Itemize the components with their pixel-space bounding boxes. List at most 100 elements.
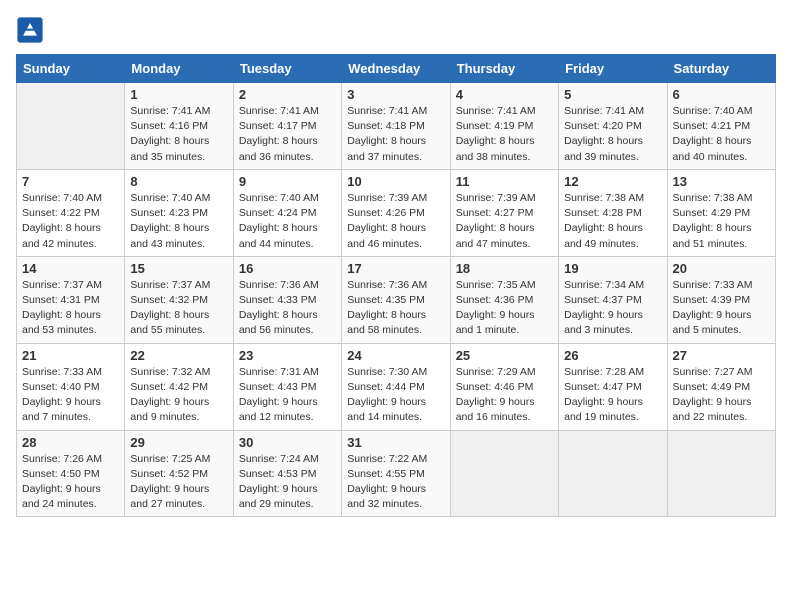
day-number: 8: [130, 174, 227, 189]
day-cell: 28 Sunrise: 7:26 AM Sunset: 4:50 PM Dayli…: [17, 430, 125, 517]
day-number: 31: [347, 435, 444, 450]
day-cell: 21 Sunrise: 7:33 AM Sunset: 4:40 PM Dayli…: [17, 343, 125, 430]
day-number: 24: [347, 348, 444, 363]
day-detail: Sunrise: 7:40 AM Sunset: 4:22 PM Dayligh…: [22, 191, 119, 252]
day-cell: [450, 430, 558, 517]
day-cell: 1 Sunrise: 7:41 AM Sunset: 4:16 PM Daylig…: [125, 83, 233, 170]
day-detail: Sunrise: 7:37 AM Sunset: 4:32 PM Dayligh…: [130, 278, 227, 339]
day-detail: Sunrise: 7:41 AM Sunset: 4:20 PM Dayligh…: [564, 104, 661, 165]
col-header-saturday: Saturday: [667, 55, 775, 83]
day-cell: 18 Sunrise: 7:35 AM Sunset: 4:36 PM Dayli…: [450, 256, 558, 343]
calendar-table: SundayMondayTuesdayWednesdayThursdayFrid…: [16, 54, 776, 517]
day-cell: 27 Sunrise: 7:27 AM Sunset: 4:49 PM Dayli…: [667, 343, 775, 430]
day-detail: Sunrise: 7:41 AM Sunset: 4:16 PM Dayligh…: [130, 104, 227, 165]
day-cell: 24 Sunrise: 7:30 AM Sunset: 4:44 PM Dayli…: [342, 343, 450, 430]
day-cell: 2Sunrise: 7:41 AM Sunset: 4:17 PM Daylig…: [233, 83, 341, 170]
day-cell: 12 Sunrise: 7:38 AM Sunset: 4:28 PM Dayli…: [559, 169, 667, 256]
day-number: 28: [22, 435, 119, 450]
logo-icon: [16, 16, 44, 44]
day-cell: 20 Sunrise: 7:33 AM Sunset: 4:39 PM Dayli…: [667, 256, 775, 343]
day-cell: 7 Sunrise: 7:40 AM Sunset: 4:22 PM Daylig…: [17, 169, 125, 256]
day-cell: 17Sunrise: 7:36 AM Sunset: 4:35 PM Dayli…: [342, 256, 450, 343]
day-cell: 19 Sunrise: 7:34 AM Sunset: 4:37 PM Dayli…: [559, 256, 667, 343]
day-detail: Sunrise: 7:26 AM Sunset: 4:50 PM Dayligh…: [22, 452, 119, 513]
day-number: 3: [347, 87, 444, 102]
day-cell: 30 Sunrise: 7:24 AM Sunset: 4:53 PM Dayli…: [233, 430, 341, 517]
day-number: 15: [130, 261, 227, 276]
day-detail: Sunrise: 7:27 AM Sunset: 4:49 PM Dayligh…: [673, 365, 770, 426]
day-detail: Sunrise: 7:32 AM Sunset: 4:42 PM Dayligh…: [130, 365, 227, 426]
day-detail: Sunrise: 7:40 AM Sunset: 4:21 PM Dayligh…: [673, 104, 770, 165]
day-detail: Sunrise: 7:29 AM Sunset: 4:46 PM Dayligh…: [456, 365, 553, 426]
day-number: 26: [564, 348, 661, 363]
day-detail: Sunrise: 7:40 AM Sunset: 4:23 PM Dayligh…: [130, 191, 227, 252]
week-row-4: 21 Sunrise: 7:33 AM Sunset: 4:40 PM Dayli…: [17, 343, 776, 430]
week-row-5: 28 Sunrise: 7:26 AM Sunset: 4:50 PM Dayli…: [17, 430, 776, 517]
day-detail: Sunrise: 7:25 AM Sunset: 4:52 PM Dayligh…: [130, 452, 227, 513]
day-number: 7: [22, 174, 119, 189]
day-number: 25: [456, 348, 553, 363]
day-detail: Sunrise: 7:33 AM Sunset: 4:39 PM Dayligh…: [673, 278, 770, 339]
col-header-tuesday: Tuesday: [233, 55, 341, 83]
day-detail: Sunrise: 7:28 AM Sunset: 4:47 PM Dayligh…: [564, 365, 661, 426]
day-cell: 23 Sunrise: 7:31 AM Sunset: 4:43 PM Dayli…: [233, 343, 341, 430]
day-cell: 16 Sunrise: 7:36 AM Sunset: 4:33 PM Dayli…: [233, 256, 341, 343]
day-cell: 10 Sunrise: 7:39 AM Sunset: 4:26 PM Dayli…: [342, 169, 450, 256]
day-number: 27: [673, 348, 770, 363]
day-number: 30: [239, 435, 336, 450]
day-detail: Sunrise: 7:38 AM Sunset: 4:28 PM Dayligh…: [564, 191, 661, 252]
day-detail: Sunrise: 7:31 AM Sunset: 4:43 PM Dayligh…: [239, 365, 336, 426]
calendar-body: 1 Sunrise: 7:41 AM Sunset: 4:16 PM Daylig…: [17, 83, 776, 517]
day-cell: 29Sunrise: 7:25 AM Sunset: 4:52 PM Dayli…: [125, 430, 233, 517]
day-number: 19: [564, 261, 661, 276]
day-number: 4: [456, 87, 553, 102]
day-detail: Sunrise: 7:39 AM Sunset: 4:27 PM Dayligh…: [456, 191, 553, 252]
calendar-header: SundayMondayTuesdayWednesdayThursdayFrid…: [17, 55, 776, 83]
day-detail: Sunrise: 7:35 AM Sunset: 4:36 PM Dayligh…: [456, 278, 553, 339]
day-number: 23: [239, 348, 336, 363]
day-cell: 31 Sunrise: 7:22 AM Sunset: 4:55 PM Dayli…: [342, 430, 450, 517]
day-cell: 22Sunrise: 7:32 AM Sunset: 4:42 PM Dayli…: [125, 343, 233, 430]
day-cell: 3 Sunrise: 7:41 AM Sunset: 4:18 PM Daylig…: [342, 83, 450, 170]
day-number: 5: [564, 87, 661, 102]
week-row-1: 1 Sunrise: 7:41 AM Sunset: 4:16 PM Daylig…: [17, 83, 776, 170]
day-number: 1: [130, 87, 227, 102]
day-detail: Sunrise: 7:36 AM Sunset: 4:33 PM Dayligh…: [239, 278, 336, 339]
day-number: 10: [347, 174, 444, 189]
day-number: 21: [22, 348, 119, 363]
day-cell: 13Sunrise: 7:38 AM Sunset: 4:29 PM Dayli…: [667, 169, 775, 256]
week-row-3: 14 Sunrise: 7:37 AM Sunset: 4:31 PM Dayli…: [17, 256, 776, 343]
col-header-wednesday: Wednesday: [342, 55, 450, 83]
day-detail: Sunrise: 7:39 AM Sunset: 4:26 PM Dayligh…: [347, 191, 444, 252]
logo: [16, 16, 48, 44]
day-number: 12: [564, 174, 661, 189]
day-detail: Sunrise: 7:41 AM Sunset: 4:18 PM Dayligh…: [347, 104, 444, 165]
day-cell: 8 Sunrise: 7:40 AM Sunset: 4:23 PM Daylig…: [125, 169, 233, 256]
day-cell: [559, 430, 667, 517]
day-number: 14: [22, 261, 119, 276]
day-number: 6: [673, 87, 770, 102]
day-number: 20: [673, 261, 770, 276]
day-detail: Sunrise: 7:24 AM Sunset: 4:53 PM Dayligh…: [239, 452, 336, 513]
day-cell: 26 Sunrise: 7:28 AM Sunset: 4:47 PM Dayli…: [559, 343, 667, 430]
day-detail: Sunrise: 7:36 AM Sunset: 4:35 PM Dayligh…: [347, 278, 444, 339]
day-detail: Sunrise: 7:30 AM Sunset: 4:44 PM Dayligh…: [347, 365, 444, 426]
header-row: SundayMondayTuesdayWednesdayThursdayFrid…: [17, 55, 776, 83]
col-header-thursday: Thursday: [450, 55, 558, 83]
day-cell: 6 Sunrise: 7:40 AM Sunset: 4:21 PM Daylig…: [667, 83, 775, 170]
day-detail: Sunrise: 7:22 AM Sunset: 4:55 PM Dayligh…: [347, 452, 444, 513]
day-number: 16: [239, 261, 336, 276]
day-cell: 15 Sunrise: 7:37 AM Sunset: 4:32 PM Dayli…: [125, 256, 233, 343]
day-number: 13: [673, 174, 770, 189]
day-detail: Sunrise: 7:41 AM Sunset: 4:19 PM Dayligh…: [456, 104, 553, 165]
day-detail: Sunrise: 7:40 AM Sunset: 4:24 PM Dayligh…: [239, 191, 336, 252]
col-header-friday: Friday: [559, 55, 667, 83]
day-detail: Sunrise: 7:37 AM Sunset: 4:31 PM Dayligh…: [22, 278, 119, 339]
day-cell: 14 Sunrise: 7:37 AM Sunset: 4:31 PM Dayli…: [17, 256, 125, 343]
day-number: 2: [239, 87, 336, 102]
day-number: 9: [239, 174, 336, 189]
day-number: 18: [456, 261, 553, 276]
day-cell: [667, 430, 775, 517]
day-detail: Sunrise: 7:33 AM Sunset: 4:40 PM Dayligh…: [22, 365, 119, 426]
day-detail: Sunrise: 7:34 AM Sunset: 4:37 PM Dayligh…: [564, 278, 661, 339]
